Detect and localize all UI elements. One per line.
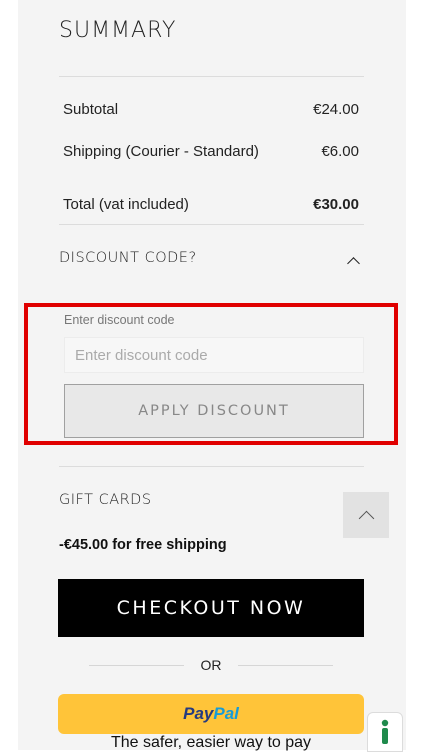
subtotal-value: €24.00 — [313, 101, 359, 118]
summary-title: SUMMARY — [59, 18, 177, 43]
or-divider-right — [238, 665, 333, 666]
total-label: Total (vat included) — [63, 196, 189, 213]
subtotal-label: Subtotal — [63, 101, 119, 118]
paypal-tagline: The safer, easier way to pay — [110, 734, 312, 751]
shipping-value: €6.00 — [321, 143, 359, 160]
accessibility-icon — [381, 719, 389, 744]
gift-cards-label: GIFT CARDS — [59, 492, 152, 508]
chevron-up-icon — [358, 510, 374, 526]
divider — [59, 224, 364, 225]
paypal-button[interactable]: PayPal — [58, 694, 364, 734]
free-shipping-note: -€45.00 for free shipping — [59, 537, 227, 553]
paypal-logo: PayPal — [183, 704, 239, 723]
accessibility-button[interactable] — [367, 712, 403, 752]
divider — [59, 466, 364, 467]
gift-cards-toggle[interactable]: GIFT CARDS — [59, 484, 364, 518]
apply-discount-button[interactable]: APPLY DISCOUNT — [64, 384, 364, 438]
discount-code-input[interactable] — [64, 337, 364, 373]
discount-code-label: DISCOUNT CODE? — [59, 250, 197, 266]
checkout-now-button[interactable]: CHECKOUT NOW — [58, 579, 364, 637]
discount-code-toggle[interactable]: DISCOUNT CODE? — [59, 242, 364, 276]
scroll-to-top-button[interactable] — [343, 492, 389, 538]
total-value: €30.00 — [313, 196, 359, 213]
or-divider-text: OR — [200, 657, 222, 673]
shipping-label: Shipping (Courier - Standard) — [63, 143, 259, 160]
or-divider-left — [89, 665, 184, 666]
chevron-up-icon — [347, 257, 360, 270]
discount-input-label: Enter discount code — [64, 313, 175, 327]
divider — [59, 76, 364, 77]
